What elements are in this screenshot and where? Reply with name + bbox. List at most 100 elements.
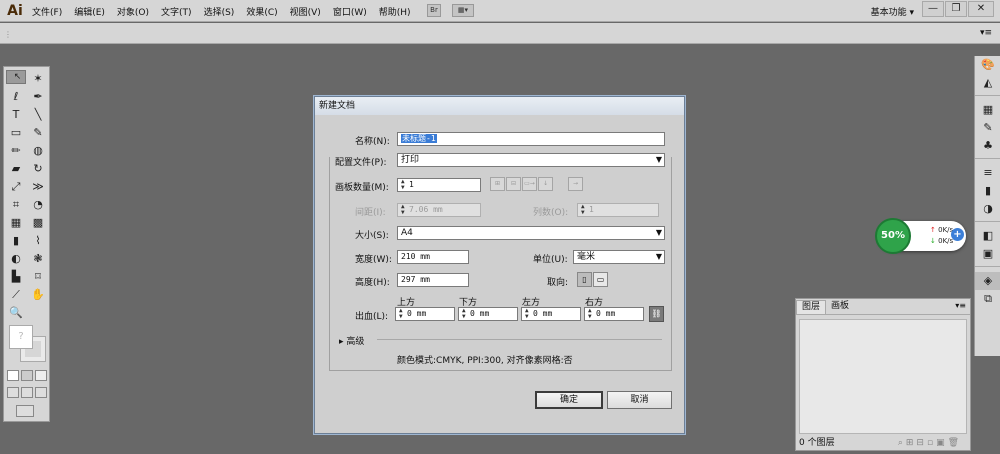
pen-tool-icon[interactable]: ✒ (28, 88, 48, 106)
line-tool-icon[interactable]: ╲ (28, 106, 48, 124)
size-select[interactable]: A4 ▼ (397, 226, 665, 240)
menu-file[interactable]: 文件(F) (32, 5, 62, 18)
arrange-column-icon[interactable]: ↓ (538, 177, 553, 191)
color-panel-icon[interactable]: 🎨 (975, 56, 1000, 74)
selection-tool-icon[interactable]: ↖ (6, 70, 26, 84)
fill-swatch-question-icon[interactable]: ? (9, 325, 33, 349)
column-graph-tool-icon[interactable]: ▙ (6, 268, 26, 286)
cancel-button[interactable]: 取消 (607, 391, 672, 409)
lasso-tool-icon[interactable]: ℓ (6, 88, 26, 106)
arrange-documents-icon[interactable]: ▦▾ (452, 4, 474, 17)
symbol-sprayer-tool-icon[interactable]: ❃ (28, 250, 48, 268)
bleed-right-field[interactable]: ▲ ▼ 0 mm (584, 307, 644, 321)
grip-icon: ⋮ (4, 30, 12, 39)
menu-effect[interactable]: 效果(C) (246, 5, 277, 18)
app-logo: Ai (7, 3, 23, 19)
main-menu: 文件(F) 编辑(E) 对象(O) 文字(T) 选择(S) 效果(C) 视图(V… (32, 5, 411, 18)
mesh-tool-icon[interactable]: ▩ (28, 214, 48, 232)
bleed-left-field[interactable]: ▲ ▼ 0 mm (521, 307, 581, 321)
menu-type[interactable]: 文字(T) (161, 5, 192, 18)
color-guide-icon[interactable]: ◭ (975, 74, 1000, 92)
artboard-tool-icon[interactable]: ⌑ (28, 268, 48, 286)
units-select[interactable]: 毫米 ▼ (573, 250, 665, 264)
download-speed: ↓ 0K/s (930, 237, 954, 245)
grid-by-row-icon[interactable]: ⊞ (490, 177, 505, 191)
symbols-panel-icon[interactable]: ♣ (975, 137, 1000, 155)
transparency-panel-icon[interactable]: ◑ (975, 200, 1000, 218)
orientation-label: 取向: (547, 278, 569, 288)
width-tool-icon[interactable]: ≫ (28, 178, 48, 196)
swatches-panel-icon[interactable]: ▦ (975, 101, 1000, 119)
perspective-grid-tool-icon[interactable]: ▦ (6, 214, 26, 232)
shape-builder-tool-icon[interactable]: ◔ (28, 196, 48, 214)
graphic-styles-icon[interactable]: ▣ (975, 245, 1000, 263)
menu-select[interactable]: 选择(S) (204, 5, 235, 18)
width-field[interactable]: 210 mm (397, 250, 469, 264)
draw-inside-icon[interactable] (35, 387, 47, 398)
plus-icon[interactable]: + (951, 228, 964, 241)
control-menu-icon[interactable]: ▾≡ (980, 28, 992, 38)
menu-object[interactable]: 对象(O) (117, 5, 149, 18)
landscape-icon[interactable]: ▭ (593, 272, 608, 287)
height-field[interactable]: 297 mm (397, 273, 469, 287)
tab-artboards[interactable]: 画板 (826, 300, 854, 314)
draw-behind-icon[interactable] (21, 387, 33, 398)
menu-edit[interactable]: 编辑(E) (74, 5, 105, 18)
gradient-panel-icon[interactable]: ▮ (975, 182, 1000, 200)
fill-stroke-swatches[interactable]: ? (9, 325, 47, 362)
spacing-label: 间距(I): (355, 208, 386, 218)
magic-wand-tool-icon[interactable]: ✶ (28, 70, 48, 88)
blob-brush-tool-icon[interactable]: ◍ (28, 142, 48, 160)
layers-panel-icon[interactable]: ◈ (975, 272, 1000, 290)
bleed-bottom-field[interactable]: ▲ ▼ 0 mm (458, 307, 518, 321)
profile-select[interactable]: 打印 ▼ (397, 153, 665, 167)
eyedropper-tool-icon[interactable]: ⌇ (28, 232, 48, 250)
link-bleed-icon[interactable]: ⛓ (649, 306, 664, 322)
gradient-tool-icon[interactable]: ▮ (6, 232, 26, 250)
menu-help[interactable]: 帮助(H) (379, 5, 411, 18)
ok-button[interactable]: 确定 (535, 391, 603, 409)
bleed-top-field[interactable]: ▲ ▼ 0 mm (395, 307, 455, 321)
slice-tool-icon[interactable]: ⟋ (6, 286, 26, 304)
rotate-tool-icon[interactable]: ↻ (28, 160, 48, 178)
stroke-panel-icon[interactable]: ≡ (975, 164, 1000, 182)
brushes-panel-icon[interactable]: ✎ (975, 119, 1000, 137)
grid-by-column-icon[interactable]: ⊟ (506, 177, 521, 191)
gradient-mode-icon[interactable] (21, 370, 33, 381)
restore-button[interactable]: ❐ (945, 1, 967, 17)
right-to-left-icon[interactable]: → (568, 177, 583, 191)
pencil-tool-icon[interactable]: ✏ (6, 142, 26, 160)
artboards-panel-icon[interactable]: ⧉ (975, 290, 1000, 308)
menu-window[interactable]: 窗口(W) (333, 5, 367, 18)
color-mode-icon[interactable] (7, 370, 19, 381)
screen-mode-icon[interactable] (16, 405, 34, 417)
zoom-tool-icon[interactable]: 🔍 (6, 304, 26, 322)
rectangle-tool-icon[interactable]: ▭ (6, 124, 26, 142)
eraser-tool-icon[interactable]: ▰ (6, 160, 26, 178)
minimize-button[interactable]: — (922, 1, 944, 17)
portrait-icon[interactable]: ▯ (577, 272, 592, 287)
name-field[interactable]: 未标题-1 (397, 132, 665, 146)
workspace-switcher[interactable]: 基本功能 ▾ (871, 5, 914, 18)
free-transform-tool-icon[interactable]: ⌗ (6, 196, 26, 214)
hand-tool-icon[interactable]: ✋ (28, 286, 48, 304)
layer-actions-icons[interactable]: ⌕⊞⊟▫▣🗑 (898, 438, 962, 448)
appearance-panel-icon[interactable]: ◧ (975, 227, 1000, 245)
spacing-field[interactable]: ▲ ▼ 7.06 mm (397, 203, 481, 217)
arrange-row-icon[interactable]: ▭→ (522, 177, 537, 191)
close-window-button[interactable]: ✕ (968, 1, 994, 17)
artboards-field[interactable]: ▲ ▼ 1 (397, 178, 481, 192)
menu-view[interactable]: 视图(V) (290, 5, 321, 18)
none-mode-icon[interactable] (35, 370, 47, 381)
bridge-button[interactable]: Br (427, 4, 441, 17)
type-tool-icon[interactable]: T (6, 106, 26, 124)
draw-normal-icon[interactable] (7, 387, 19, 398)
advanced-toggle[interactable]: ▸ 高级 (339, 334, 364, 347)
columns-field[interactable]: ▲ ▼ 1 (577, 203, 659, 217)
blend-tool-icon[interactable]: ◐ (6, 250, 26, 268)
paintbrush-tool-icon[interactable]: ✎ (28, 124, 48, 142)
tab-layers[interactable]: 图层 (796, 300, 827, 314)
memory-percent-badge[interactable]: 50% (875, 218, 911, 254)
panel-menu-icon[interactable]: ▾≡ (955, 301, 966, 310)
scale-tool-icon[interactable]: ⤢ (6, 178, 26, 196)
